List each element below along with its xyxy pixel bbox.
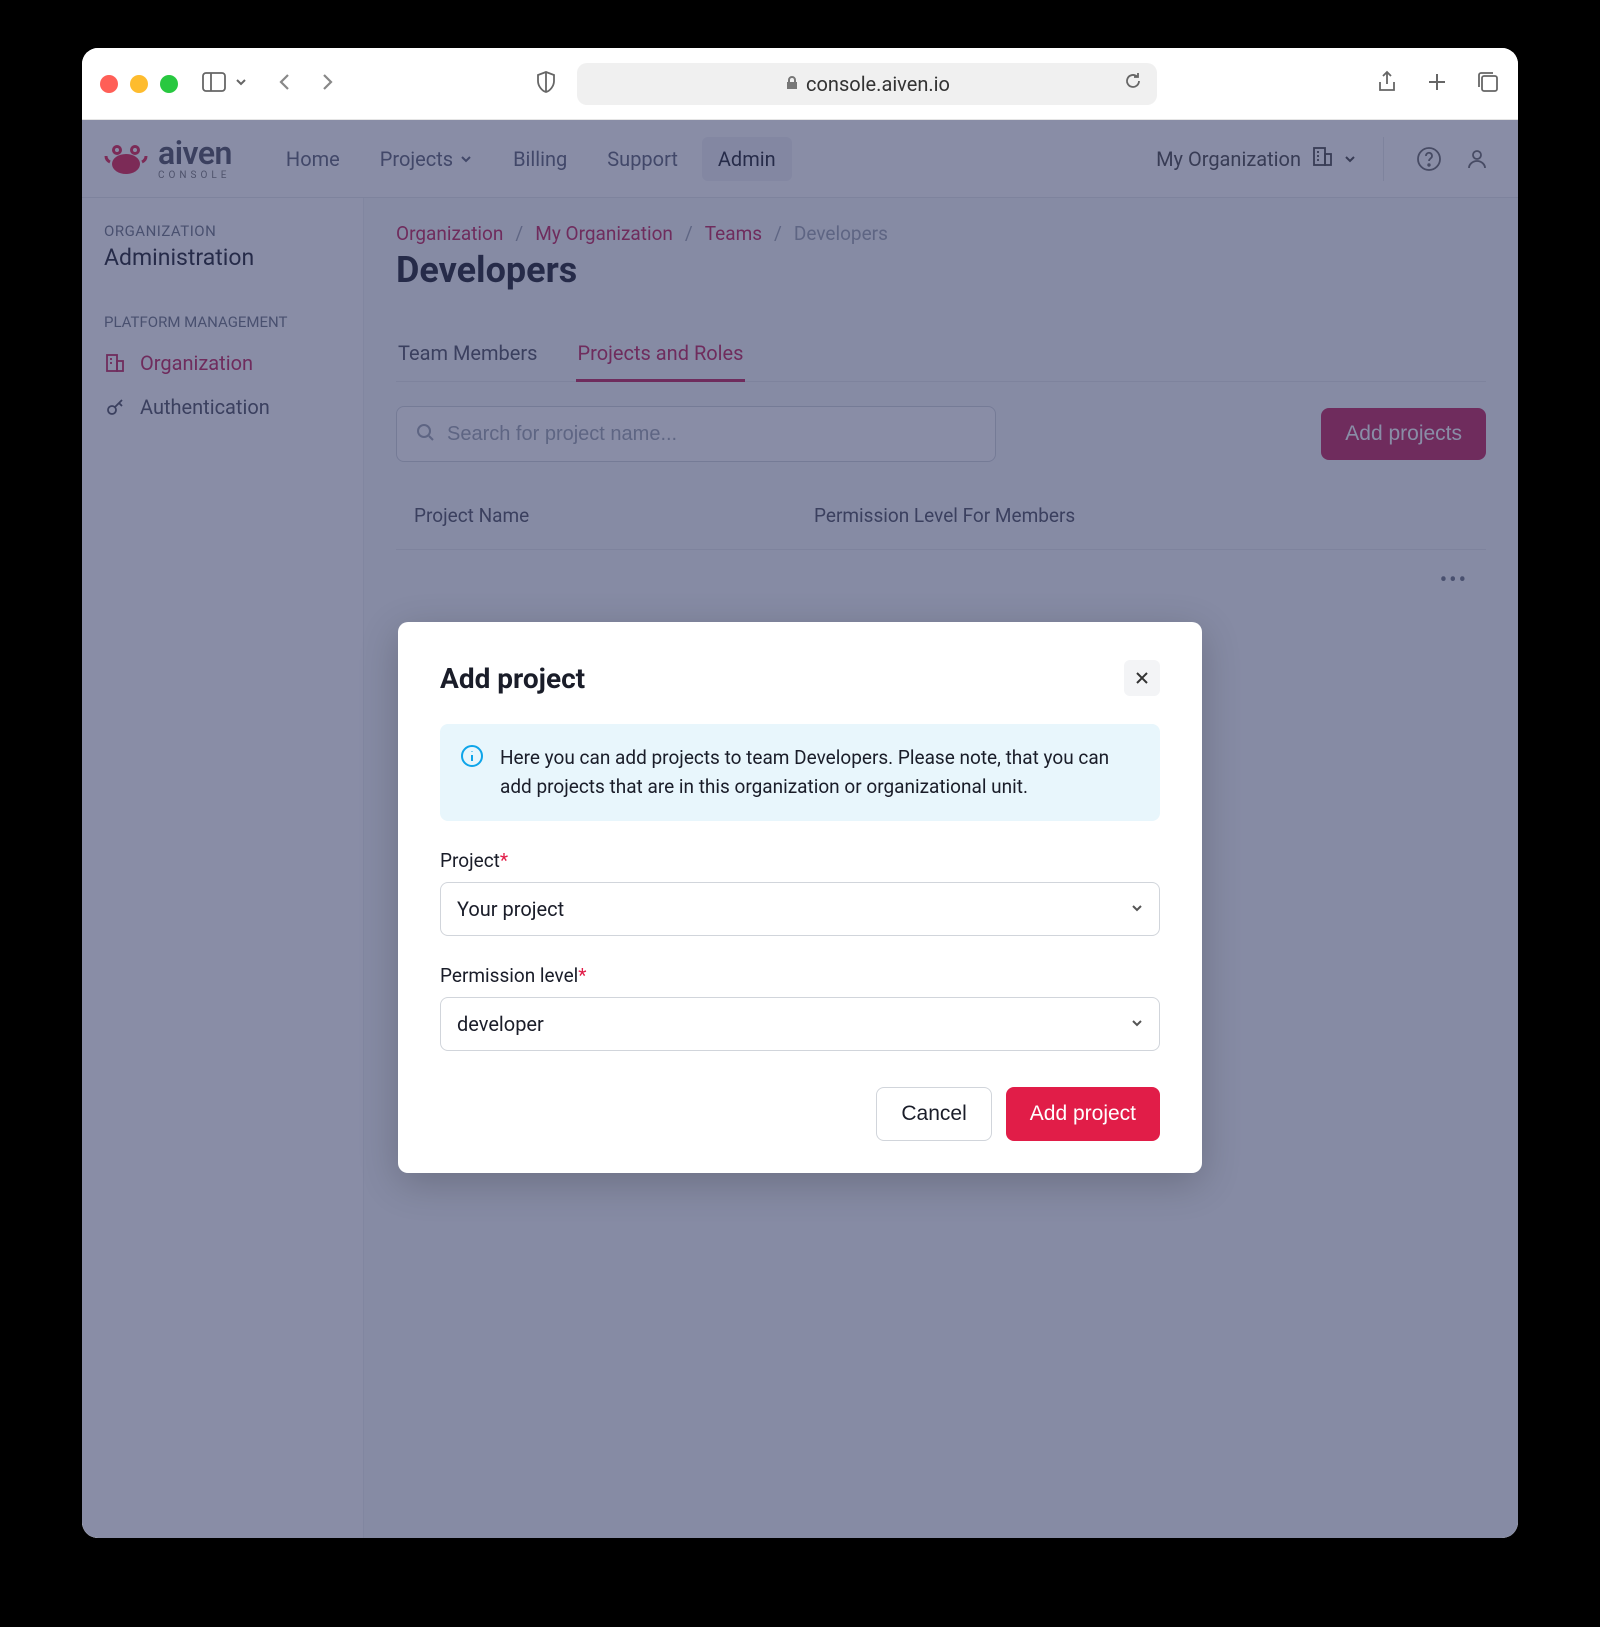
nav-back-icon[interactable] bbox=[276, 73, 294, 95]
lock-icon bbox=[784, 72, 800, 96]
close-icon[interactable] bbox=[1124, 660, 1160, 696]
sidebar-toggle-icon[interactable] bbox=[202, 72, 226, 96]
permission-label: Permission level* bbox=[440, 964, 1160, 987]
maximize-window[interactable] bbox=[160, 75, 178, 93]
info-icon bbox=[460, 744, 484, 768]
share-icon[interactable] bbox=[1376, 70, 1398, 98]
project-label: Project* bbox=[440, 849, 1160, 872]
info-text: Here you can add projects to team Develo… bbox=[500, 744, 1140, 801]
url-text: console.aiven.io bbox=[806, 72, 950, 96]
chevron-down-icon[interactable] bbox=[234, 74, 248, 93]
browser-chrome: console.aiven.io bbox=[82, 48, 1518, 120]
project-select-value: Your project bbox=[457, 897, 564, 921]
chevron-down-icon bbox=[1129, 897, 1145, 921]
privacy-shield-icon[interactable] bbox=[535, 70, 557, 98]
modal-title: Add project bbox=[440, 662, 585, 695]
close-window[interactable] bbox=[100, 75, 118, 93]
reload-icon[interactable] bbox=[1123, 71, 1143, 96]
window-controls bbox=[100, 75, 178, 93]
cancel-button[interactable]: Cancel bbox=[876, 1087, 991, 1141]
chevron-down-icon bbox=[1129, 1012, 1145, 1036]
add-project-modal: Add project Here you can add projects to… bbox=[398, 622, 1202, 1173]
project-select[interactable]: Your project bbox=[440, 882, 1160, 936]
minimize-window[interactable] bbox=[130, 75, 148, 93]
nav-forward-icon[interactable] bbox=[318, 73, 336, 95]
permission-select-value: developer bbox=[457, 1012, 544, 1036]
add-project-button[interactable]: Add project bbox=[1006, 1087, 1160, 1141]
info-box: Here you can add projects to team Develo… bbox=[440, 724, 1160, 821]
tabs-icon[interactable] bbox=[1476, 70, 1500, 98]
permission-select[interactable]: developer bbox=[440, 997, 1160, 1051]
new-tab-icon[interactable] bbox=[1426, 71, 1448, 97]
url-bar[interactable]: console.aiven.io bbox=[577, 63, 1157, 105]
